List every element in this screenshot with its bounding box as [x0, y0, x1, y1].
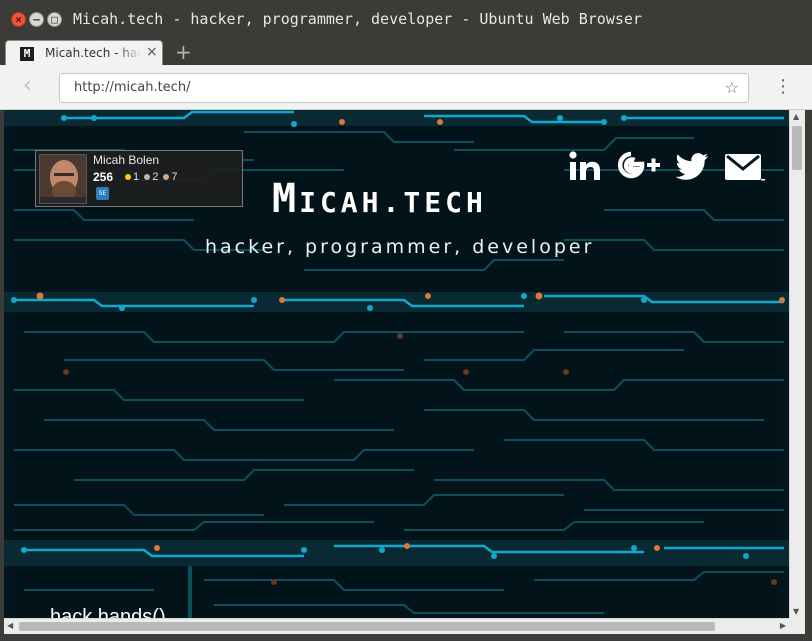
flair-reputation: 256: [93, 170, 114, 184]
avatar: [39, 154, 87, 204]
gold-badge-icon: [125, 173, 131, 180]
google-plus-icon: [617, 151, 660, 179]
close-icon: ×: [15, 13, 22, 26]
linkedin-icon: [569, 151, 600, 180]
new-tab-button[interactable]: +: [175, 41, 192, 63]
email-link[interactable]: [723, 148, 765, 184]
tab-title: Micah.tech - hacker, programmer, develop…: [45, 46, 141, 60]
avatar-image: [40, 155, 86, 203]
stackexchange-site-icon: SE: [96, 187, 109, 200]
flair-user-name: Micah Bolen: [93, 153, 160, 167]
section-heading: hack hands(): [50, 606, 166, 618]
scrollbar-corner: [789, 618, 805, 634]
twitter-link[interactable]: [676, 148, 710, 184]
linkedin-link[interactable]: [568, 148, 602, 184]
silver-badge-icon: [144, 173, 151, 180]
window-frame-left: [0, 110, 4, 641]
site-logo[interactable]: MICAH.TECH: [272, 174, 487, 228]
window-maximize-button[interactable]: □: [47, 12, 62, 27]
logo-name: ICAH: [299, 186, 383, 219]
window-title-bar: × – □ Micah.tech - hacker, programmer, d…: [0, 0, 812, 40]
horizontal-scrollbar[interactable]: ◀ ▶: [4, 618, 789, 634]
email-icon: [725, 154, 765, 181]
logo-dot: .: [382, 186, 404, 219]
browser-menu-icon[interactable]: ⋮: [774, 77, 792, 97]
stackexchange-flair[interactable]: Micah Bolen 256 1 2 7 SE: [35, 150, 243, 207]
site-tagline: hacker, programmer, developer: [205, 236, 595, 258]
scroll-down-icon[interactable]: ▼: [793, 607, 799, 616]
logo-tld: TECH: [403, 186, 487, 219]
twitter-icon: [676, 153, 708, 180]
vertical-scroll-thumb[interactable]: [792, 126, 802, 170]
bookmark-star-icon[interactable]: ☆: [725, 78, 739, 97]
silver-badge-count: 2: [152, 171, 159, 183]
tab-close-icon[interactable]: ×: [146, 44, 158, 60]
flair-badges: 1 2 7: [123, 171, 178, 183]
window-frame-right: [805, 110, 812, 641]
minimize-icon: –: [33, 13, 40, 26]
window-title: Micah.tech - hacker, programmer, develop…: [73, 10, 642, 28]
url-text[interactable]: http://micah.tech/: [74, 80, 190, 95]
scroll-right-icon[interactable]: ▶: [780, 621, 786, 630]
favicon-icon: M: [20, 47, 34, 61]
browser-toolbar: ‹ http://micah.tech/ ☆ ⋮: [0, 65, 812, 110]
bronze-badge-count: 7: [171, 171, 178, 183]
scroll-up-icon[interactable]: ▲: [793, 112, 799, 121]
gold-badge-count: 1: [133, 171, 140, 183]
google-plus-link[interactable]: [614, 148, 662, 184]
logo-initial: M: [272, 176, 300, 222]
window-close-button[interactable]: ×: [11, 12, 26, 27]
maximize-icon: □: [51, 13, 58, 26]
vertical-scrollbar[interactable]: ▲ ▼: [789, 110, 805, 618]
window-frame-bottom: [0, 634, 812, 641]
horizontal-scroll-thumb[interactable]: [19, 622, 715, 631]
window-minimize-button[interactable]: –: [29, 12, 44, 27]
tab-micah-tech[interactable]: M Micah.tech - hacker, programmer, devel…: [5, 40, 163, 66]
bronze-badge-icon: [163, 173, 170, 180]
scroll-left-icon[interactable]: ◀: [7, 621, 13, 630]
address-bar[interactable]: http://micah.tech/ ☆: [59, 73, 749, 103]
page-viewport: Micah Bolen 256 1 2 7 SE MICAH.TECH hack…: [4, 110, 789, 618]
back-button[interactable]: ‹: [23, 74, 32, 98]
